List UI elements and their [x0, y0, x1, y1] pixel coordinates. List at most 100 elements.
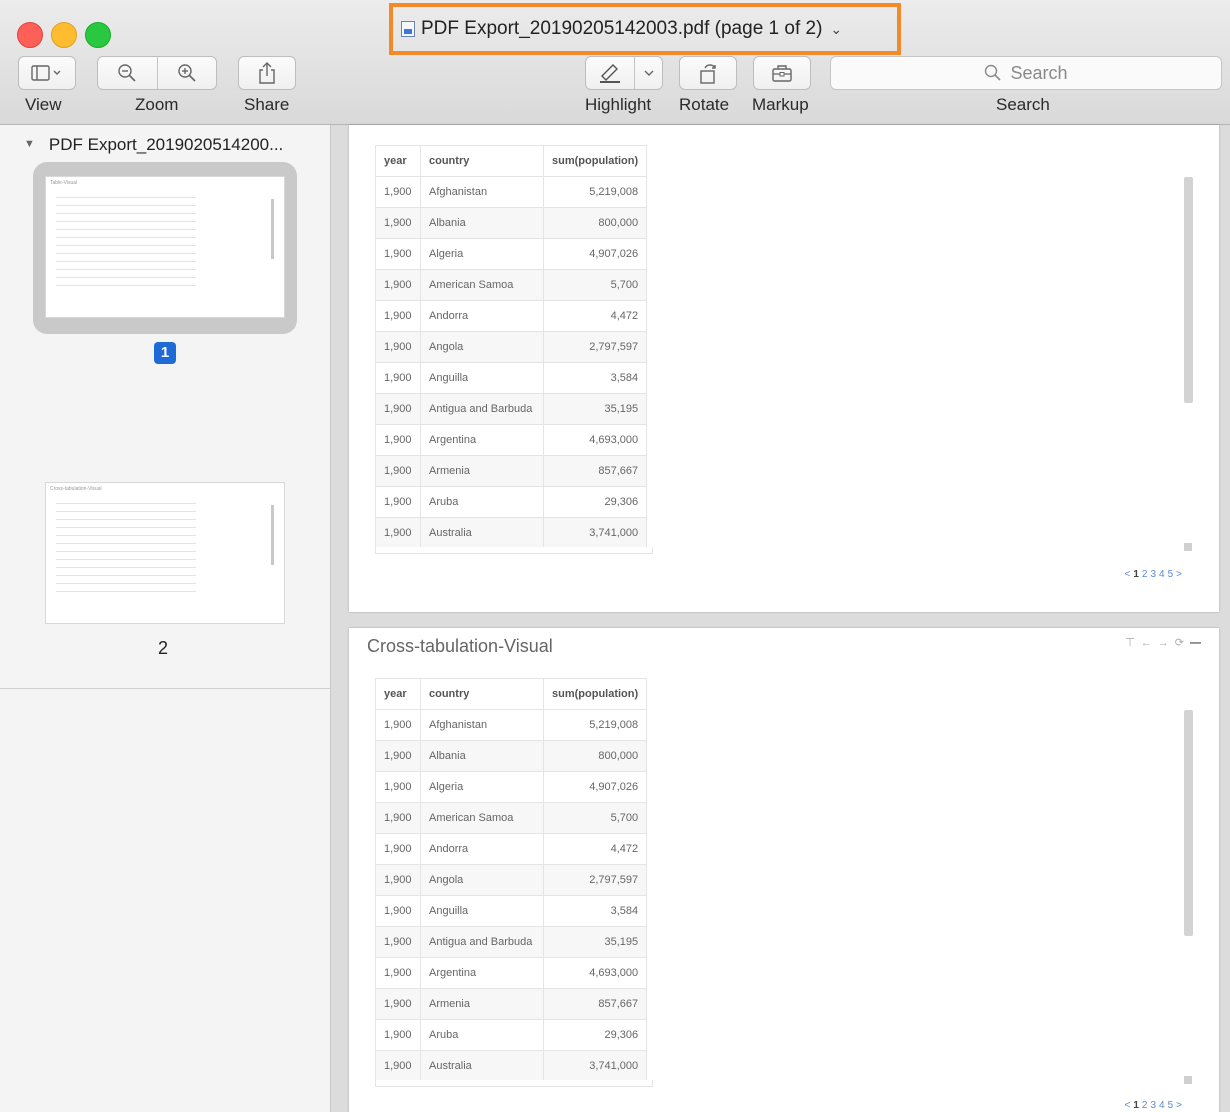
cell-population: 4,907,026 — [542, 238, 648, 270]
cell-year: 1,900 — [375, 269, 421, 301]
cell-year: 1,900 — [375, 362, 421, 394]
thumbnail-title: Table-Visual — [50, 180, 78, 186]
view-label: View — [25, 95, 62, 114]
search-field[interactable]: Search — [830, 56, 1222, 90]
page-thumbnail-2[interactable]: Cross-tabulation-Visual — [46, 483, 284, 623]
cell-country: Albania — [420, 207, 544, 239]
highlight-button[interactable] — [586, 57, 636, 89]
minimize-window-button[interactable] — [51, 22, 77, 48]
cell-year: 1,900 — [375, 802, 421, 834]
zoom-in-icon — [178, 64, 196, 82]
cell-country: Antigua and Barbuda — [420, 926, 544, 958]
markup-button[interactable] — [753, 56, 811, 90]
resize-corner — [1184, 543, 1192, 551]
visual-title: Cross-tabulation-Visual — [367, 636, 553, 656]
refresh-icon: ⟳ — [1174, 637, 1190, 649]
visual-toolbar-icons: ⊤←→⟳— — [1125, 636, 1207, 649]
column-header-year: year — [375, 678, 421, 710]
cell-population: 857,667 — [542, 988, 648, 1020]
back-arrow-icon: ← — [1140, 637, 1158, 649]
disclosure-triangle-icon[interactable]: ▼ — [24, 138, 35, 155]
cell-population: 3,741,000 — [542, 517, 648, 549]
pagination-link[interactable]: 3 — [1150, 1100, 1159, 1111]
cell-population: 29,306 — [542, 1019, 648, 1051]
cell-country: Andorra — [420, 300, 544, 332]
pagination-link[interactable]: 3 — [1150, 569, 1159, 580]
table-row: 1,900 American Samoa 5,700 — [375, 269, 648, 301]
share-button[interactable] — [238, 56, 296, 90]
cell-country: Antigua and Barbuda — [420, 393, 544, 425]
cell-year: 1,900 — [375, 1050, 421, 1082]
window-toolbar: PDF Export_20190205142003.pdf (page 1 of… — [0, 0, 1230, 125]
window-title-menu[interactable]: PDF Export_20190205142003.pdf (page 1 of… — [389, 3, 901, 55]
cell-country: Argentina — [420, 957, 544, 989]
thumbnail-title: Cross-tabulation-Visual — [50, 486, 102, 492]
sidebar-divider — [0, 688, 330, 689]
table-row: 1,900 Algeria 4,907,026 — [375, 238, 648, 270]
view-button[interactable] — [18, 56, 76, 90]
cell-country: Aruba — [420, 1019, 544, 1051]
document-name: PDF Export_2019020514200... — [48, 135, 284, 154]
pagination-link[interactable]: 4 — [1159, 1100, 1168, 1111]
table-row: 1,900 Albania 800,000 — [375, 207, 648, 239]
search-icon — [985, 64, 1002, 81]
cell-year: 1,900 — [375, 176, 421, 208]
table-row: 1,900 Afghanistan 5,219,008 — [375, 709, 648, 741]
cell-country: Anguilla — [420, 895, 544, 927]
cell-population: 4,693,000 — [542, 957, 648, 989]
cell-country: Angola — [420, 331, 544, 363]
pdf-document-icon — [401, 21, 415, 37]
cell-year: 1,900 — [375, 988, 421, 1020]
column-header-country: country — [420, 145, 544, 177]
cell-year: 1,900 — [375, 740, 421, 772]
rotate-button[interactable] — [679, 56, 737, 90]
highlight-label: Highlight — [585, 95, 652, 114]
cell-year: 1,900 — [375, 486, 421, 518]
table-overflow-edge — [375, 1080, 653, 1087]
filter-icon: ⊤ — [1125, 637, 1141, 649]
pagination-link[interactable]: 5 — [1168, 1100, 1177, 1111]
page-number-1: 1 — [154, 342, 176, 364]
minimize-icon: — — [1190, 637, 1207, 649]
rotate-icon — [700, 64, 716, 84]
cell-year: 1,900 — [375, 331, 421, 363]
chevron-down-icon: ⌄ — [830, 20, 843, 37]
zoom-in-button[interactable] — [158, 57, 217, 89]
sidebar-icon — [31, 65, 61, 81]
chevron-down-icon — [644, 70, 654, 76]
table-row: 1,900 Antigua and Barbuda 35,195 — [375, 926, 648, 958]
table-overflow-edge — [375, 547, 653, 554]
page-number-2: 2 — [158, 638, 169, 658]
pagination-link[interactable]: 1 — [1133, 569, 1142, 580]
cell-country: Andorra — [420, 833, 544, 865]
table-row: 1,900 Andorra 4,472 — [375, 833, 648, 865]
cell-population: 5,219,008 — [542, 709, 648, 741]
pagination-link[interactable]: 5 — [1168, 569, 1177, 580]
close-window-button[interactable] — [17, 22, 43, 48]
cell-country: Afghanistan — [420, 176, 544, 208]
cell-population: 2,797,597 — [542, 331, 648, 363]
highlighter-icon — [600, 64, 621, 83]
cell-population: 3,741,000 — [542, 1050, 648, 1082]
table-row: 1,900 Armenia 857,667 — [375, 988, 648, 1020]
document-outline-header[interactable]: ▼ PDF Export_2019020514200... — [24, 135, 283, 155]
page-thumbnail-1[interactable]: Table-Visual — [46, 177, 284, 317]
pagination-link[interactable]: > — [1176, 569, 1185, 580]
cell-year: 1,900 — [375, 238, 421, 270]
highlight-options-button[interactable] — [635, 57, 662, 89]
zoom-out-button[interactable] — [98, 57, 158, 89]
table-row: 1,900 Albania 800,000 — [375, 740, 648, 772]
pagination-link[interactable]: 1 — [1133, 1100, 1142, 1111]
pagination-link[interactable]: > — [1176, 1100, 1185, 1111]
forward-arrow-icon: → — [1157, 637, 1175, 649]
vertical-scrollbar[interactable] — [1184, 177, 1193, 403]
table-body: 1,900 Afghanistan 5,219,008 1,900 Albania 800… — [375, 709, 648, 1082]
vertical-scrollbar[interactable] — [1184, 710, 1193, 936]
pagination-link[interactable]: 4 — [1159, 569, 1168, 580]
table-row: 1,900 American Samoa 5,700 — [375, 802, 648, 834]
cell-country: Australia — [420, 517, 544, 549]
column-header-country: country — [420, 678, 544, 710]
zoom-window-button[interactable] — [85, 22, 111, 48]
cell-year: 1,900 — [375, 517, 421, 549]
resize-corner — [1184, 1076, 1192, 1084]
